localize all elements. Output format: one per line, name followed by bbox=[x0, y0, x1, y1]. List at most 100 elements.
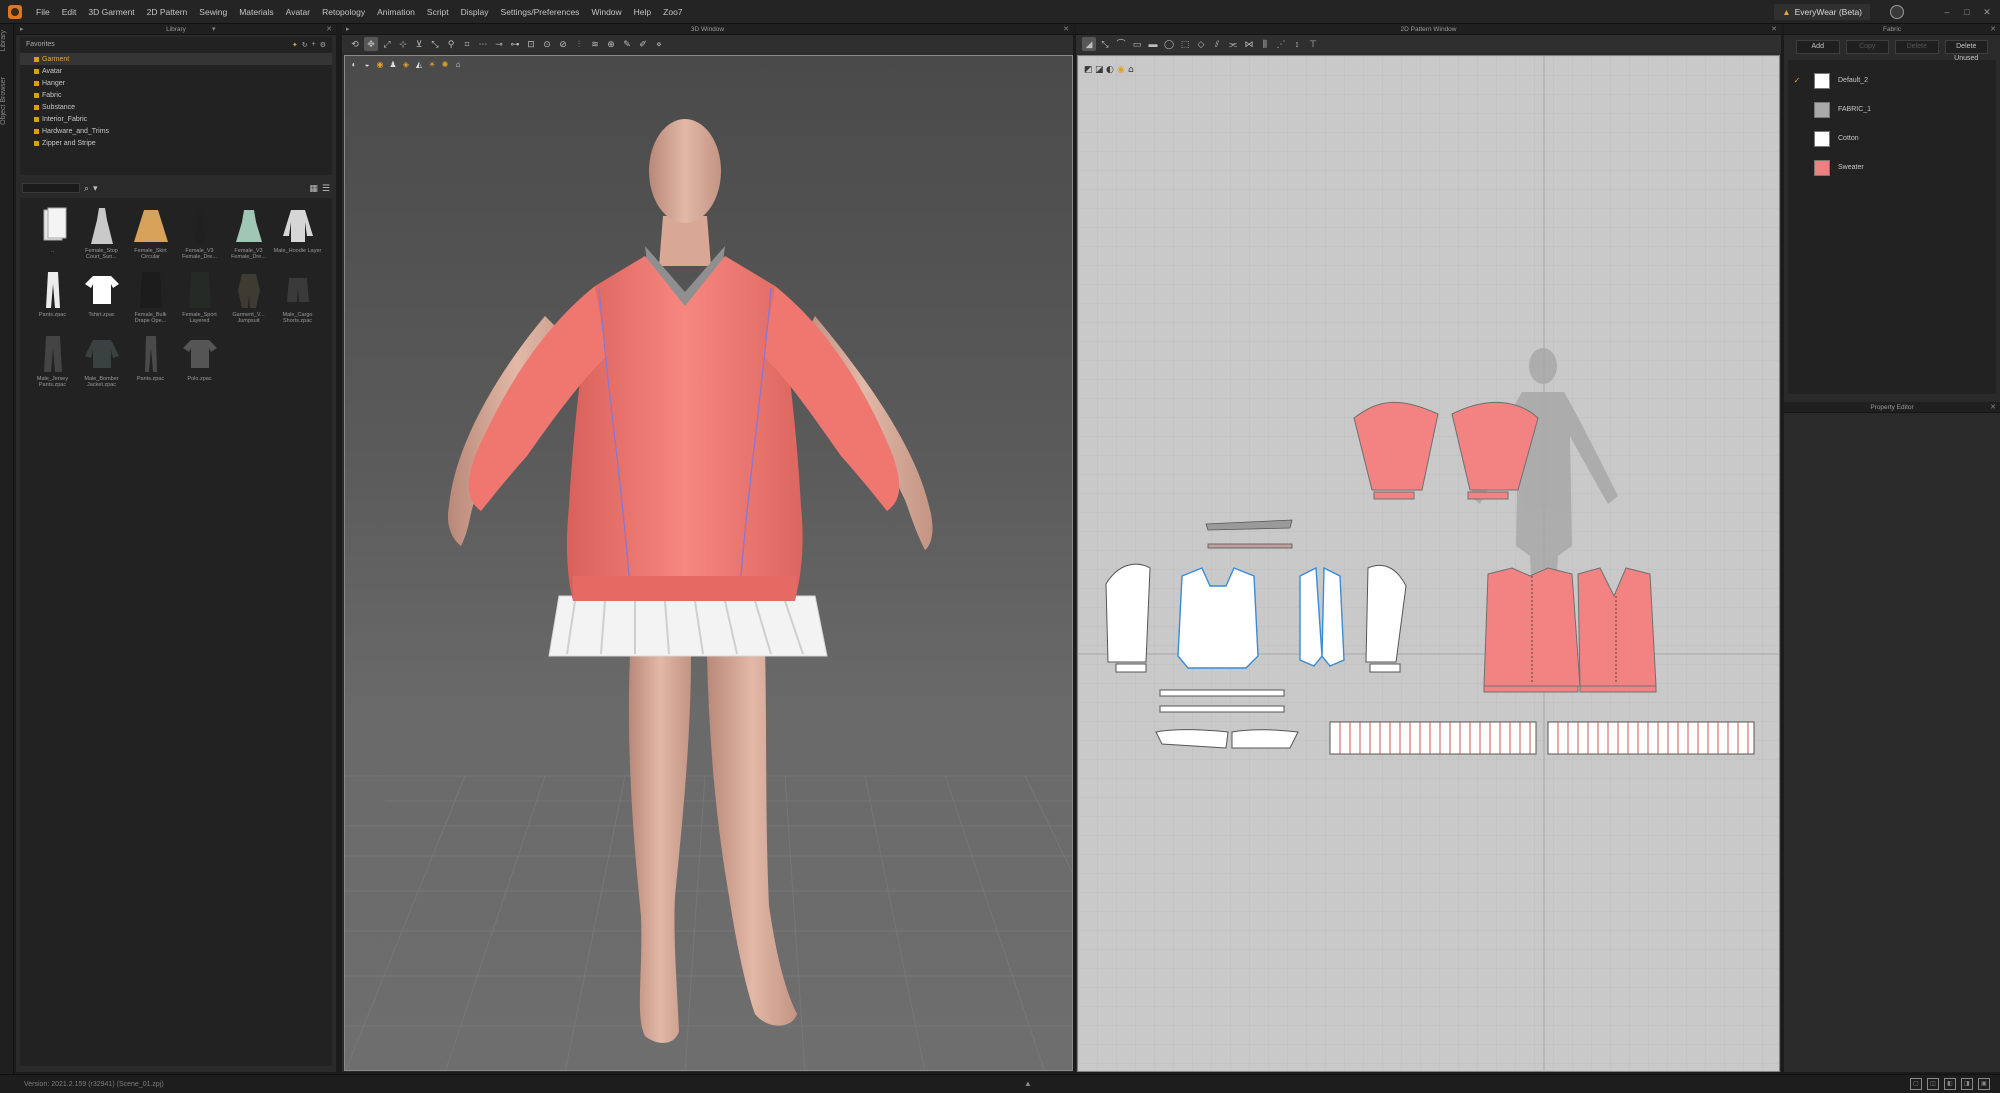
panel-close-icon[interactable]: ✕ bbox=[1771, 24, 1777, 35]
menu-item-retopology[interactable]: Retopology bbox=[316, 0, 371, 24]
menu-item-animation[interactable]: Animation bbox=[371, 0, 421, 24]
side-tab-library[interactable]: Library bbox=[0, 24, 14, 57]
dart-icon[interactable]: ◇ bbox=[1194, 37, 1208, 51]
minimize-icon[interactable]: – bbox=[1940, 5, 1954, 19]
layout-single-icon[interactable]: ▢ bbox=[1910, 1078, 1922, 1090]
edit-curve-icon[interactable]: ⌒ bbox=[1114, 37, 1128, 51]
brush-icon[interactable]: ✎ bbox=[620, 37, 634, 51]
pleat-icon[interactable]: ⫼ bbox=[1258, 37, 1272, 51]
line-sewing-icon[interactable]: ⊸ bbox=[492, 37, 506, 51]
view-mode-icon[interactable]: ▦ bbox=[309, 183, 318, 194]
library-item[interactable]: Male_Jersey Pants.zpac bbox=[28, 334, 77, 398]
library-item[interactable]: Male_Hoodie Layer bbox=[273, 206, 322, 270]
menu-item-edit[interactable]: Edit bbox=[56, 0, 83, 24]
panel-close-icon[interactable]: ✕ bbox=[326, 24, 332, 35]
menu-item-3d-garment[interactable]: 3D Garment bbox=[82, 0, 140, 24]
library-item[interactable]: Female_Bulk Drape Ope... bbox=[126, 270, 175, 334]
fabric-row[interactable]: ✓ Default_2 bbox=[1788, 66, 1996, 95]
segment-sewing-icon[interactable]: ⫘ bbox=[1226, 37, 1240, 51]
options-icon[interactable]: ⚙ bbox=[320, 41, 326, 49]
add-folder-icon[interactable]: + bbox=[312, 41, 316, 49]
library-item[interactable]: Male_Bomber Jacket.zpac bbox=[77, 334, 126, 398]
app-logo-icon[interactable] bbox=[8, 4, 22, 19]
transform-pattern-icon[interactable]: ◢ bbox=[1082, 37, 1096, 51]
library-item[interactable]: Female_Sport Layered bbox=[175, 270, 224, 334]
select-move-icon[interactable]: ✥ bbox=[364, 37, 378, 51]
tack-icon[interactable]: ⚲ bbox=[444, 37, 458, 51]
fabric-row[interactable]: Cotton bbox=[1788, 124, 1996, 153]
layout-split-icon[interactable]: ◫ bbox=[1927, 1078, 1939, 1090]
tshirt-tool-icon[interactable]: ⊤ bbox=[1306, 37, 1320, 51]
tree-item[interactable]: Avatar bbox=[20, 65, 332, 77]
library-item[interactable]: .. bbox=[28, 206, 77, 270]
fabric-row[interactable]: FABRIC_1 bbox=[1788, 95, 1996, 124]
library-item[interactable]: Pants.zpac bbox=[126, 334, 175, 398]
buttonhole-icon[interactable]: ⊘ bbox=[556, 37, 570, 51]
edition-badge[interactable]: ▲ EveryWear (Beta) bbox=[1774, 4, 1870, 20]
library-item[interactable]: Female_V3 Female_Dre... bbox=[224, 206, 273, 270]
select-mesh-icon[interactable]: ⤢ bbox=[380, 37, 394, 51]
polygon-icon[interactable]: ▭ bbox=[1130, 37, 1144, 51]
panel-close-icon[interactable]: ✕ bbox=[1990, 402, 1996, 413]
simulation-icon[interactable]: ⟲ bbox=[348, 37, 362, 51]
library-item[interactable]: Female_V3 Female_Dre... bbox=[175, 206, 224, 270]
menu-item-sewing[interactable]: Sewing bbox=[193, 0, 233, 24]
layout-render-icon[interactable]: ▣ bbox=[1978, 1078, 1990, 1090]
trim-icon[interactable]: ⊕ bbox=[604, 37, 618, 51]
chevron-up-icon[interactable]: ▲ bbox=[1024, 1079, 1032, 1088]
transform-icon[interactable]: ⊹ bbox=[396, 37, 410, 51]
fabric-swatch[interactable] bbox=[1814, 101, 1830, 118]
edit-pattern-icon[interactable]: ⤡ bbox=[1098, 37, 1112, 51]
menu-item-2d-pattern[interactable]: 2D Pattern bbox=[141, 0, 194, 24]
tree-item[interactable]: Fabric bbox=[20, 89, 332, 101]
fold-icon[interactable]: ⋄ bbox=[652, 37, 666, 51]
library-item[interactable]: Male_Cargo Shorts.zpac bbox=[273, 270, 322, 334]
pen-icon[interactable]: ✐ bbox=[636, 37, 650, 51]
menu-item-window[interactable]: Window bbox=[585, 0, 627, 24]
3d-viewport[interactable]: ◐ ◒ ◉ ♟ ◈ ◭ ☀ ✺ ⌂ bbox=[344, 55, 1073, 1071]
menu-item-settings-preferences[interactable]: Settings/Preferences bbox=[495, 0, 586, 24]
internal-polygon-icon[interactable]: ⬚ bbox=[1178, 37, 1192, 51]
panel-close-icon[interactable]: ✕ bbox=[1990, 24, 1996, 35]
add-favorite-icon[interactable]: ✦ bbox=[292, 41, 298, 49]
menu-item-file[interactable]: File bbox=[30, 0, 56, 24]
tree-item[interactable]: Garment bbox=[20, 53, 332, 65]
sewing-icon[interactable]: ⋯ bbox=[476, 37, 490, 51]
list-view-icon[interactable]: ☰ bbox=[322, 183, 330, 194]
library-item[interactable]: Female_Stop Court_Sun... bbox=[77, 206, 126, 270]
seam-taping-icon[interactable]: ⊶ bbox=[508, 37, 522, 51]
menu-item-zoo7[interactable]: Zoo7 bbox=[657, 0, 688, 24]
panel-menu-icon[interactable]: ▸ bbox=[20, 24, 24, 35]
rectangle-icon[interactable]: ▬ bbox=[1146, 37, 1160, 51]
delete-unused-button[interactable]: Delete Unused bbox=[1944, 40, 1988, 62]
chevron-down-icon[interactable]: ▾ bbox=[93, 183, 98, 194]
pin-icon[interactable]: ⤡ bbox=[428, 37, 442, 51]
tree-item[interactable]: Zipper and Stripe bbox=[20, 137, 332, 149]
fabric-swatch[interactable] bbox=[1814, 72, 1830, 89]
library-search-input[interactable] bbox=[22, 183, 80, 193]
tree-item[interactable]: Substance bbox=[20, 101, 332, 113]
copy-fabric-button[interactable]: Copy bbox=[1845, 40, 1889, 54]
fabric-swatch[interactable] bbox=[1814, 130, 1830, 147]
library-item[interactable]: Polo.zpac bbox=[175, 334, 224, 398]
menu-item-script[interactable]: Script bbox=[421, 0, 455, 24]
measure-icon[interactable]: ⊡ bbox=[524, 37, 538, 51]
trace-icon[interactable]: ⫽ bbox=[1210, 37, 1224, 51]
fabric-row[interactable]: Sweater bbox=[1788, 153, 1996, 182]
tree-item[interactable]: Hanger bbox=[20, 77, 332, 89]
button-tool-icon[interactable]: ⊙ bbox=[540, 37, 554, 51]
library-item[interactable]: Pants.zpac bbox=[28, 270, 77, 334]
library-item[interactable]: Female_Skirt Circular bbox=[126, 206, 175, 270]
search-icon[interactable]: ⌕ bbox=[84, 183, 89, 194]
side-tab-object-browser[interactable]: Object Browser bbox=[0, 71, 14, 131]
menu-item-help[interactable]: Help bbox=[628, 0, 657, 24]
user-account-icon[interactable] bbox=[1890, 5, 1904, 19]
fabric-swatch[interactable] bbox=[1814, 159, 1830, 176]
maximize-icon[interactable]: □ bbox=[1960, 5, 1974, 19]
panel-pin-icon[interactable]: ▾ bbox=[212, 24, 216, 35]
close-icon[interactable]: ✕ bbox=[1980, 5, 1994, 19]
tree-item[interactable]: Hardware_and_Trims bbox=[20, 125, 332, 137]
refresh-icon[interactable]: ↻ bbox=[302, 41, 308, 49]
2d-viewport[interactable]: ◩ ◪ ◐ ◉ ⌂ bbox=[1077, 55, 1780, 1072]
panel-close-icon[interactable]: ✕ bbox=[1063, 24, 1069, 35]
